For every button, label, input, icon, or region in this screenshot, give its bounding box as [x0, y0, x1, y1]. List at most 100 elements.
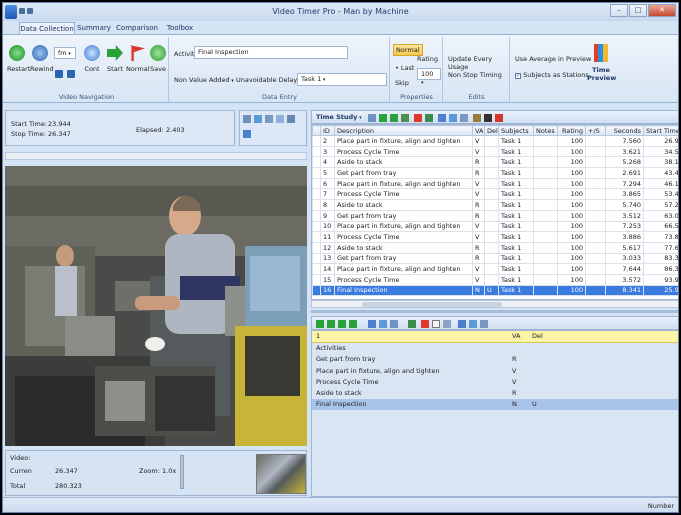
cell-rating[interactable]: 100 — [557, 263, 586, 275]
cell-subjects[interactable]: Task 1 — [498, 263, 534, 275]
move-down-icon[interactable] — [327, 320, 335, 328]
cell-notes[interactable] — [533, 252, 558, 265]
row-indicator[interactable] — [312, 199, 321, 211]
cell-seconds[interactable]: 3.033 — [605, 252, 644, 265]
cell-va[interactable]: R — [472, 252, 485, 265]
cell-start-time[interactable]: 86.336 — [643, 263, 678, 275]
scroll-thumb[interactable] — [362, 302, 502, 307]
swap-icon[interactable] — [243, 130, 251, 138]
cell-va[interactable]: R — [472, 199, 485, 211]
cell-description[interactable]: Get part from tray — [334, 252, 473, 265]
pane-splitter[interactable] — [311, 310, 678, 313]
cell-plus-s[interactable] — [585, 167, 606, 179]
cell-start-time[interactable]: 57.295 — [643, 199, 678, 211]
cell-start-time[interactable]: 93.980 — [643, 273, 678, 286]
cell-start-time[interactable]: 77.687 — [643, 241, 678, 254]
cell-del[interactable] — [484, 135, 499, 147]
cell-seconds[interactable]: 3.512 — [605, 209, 644, 222]
cell-start-time[interactable]: 34.556 — [643, 145, 678, 158]
cell-rating[interactable]: 100 — [557, 220, 586, 233]
cell-seconds[interactable]: 7.253 — [605, 220, 644, 233]
cell-va[interactable]: V — [472, 135, 485, 147]
cell-description[interactable]: Process Cycle Time — [334, 273, 473, 286]
row-indicator[interactable] — [312, 177, 321, 190]
cell-va[interactable]: V — [472, 177, 485, 190]
cell-del[interactable] — [484, 156, 499, 169]
cell-rating[interactable]: 100 — [557, 177, 586, 190]
task-select[interactable]: Task 1 — [297, 73, 387, 86]
row-indicator[interactable] — [312, 156, 321, 169]
non-value-added-select[interactable]: Non Value Added — [174, 76, 234, 84]
cell-start-time[interactable]: 46.137 — [643, 177, 678, 190]
cell-va[interactable]: V — [472, 188, 485, 201]
cell-subjects[interactable]: Task 1 — [498, 220, 534, 233]
cell-description[interactable]: Get part from tray — [334, 209, 473, 222]
cell-del[interactable] — [484, 231, 499, 243]
cell-description[interactable]: Place part in fixture, align and tighten — [334, 220, 473, 233]
copy-rows-icon[interactable] — [469, 320, 477, 328]
cell-start-time[interactable]: 83.304 — [643, 252, 678, 265]
table-row[interactable]: 8Aside to stackR Task 1 100 5.74057.295 — [312, 199, 678, 211]
cell-notes[interactable] — [533, 135, 558, 147]
cell-va[interactable]: R — [472, 167, 485, 179]
cell-description[interactable]: Aside to stack — [334, 241, 473, 254]
last-toggle[interactable]: • Last — [395, 64, 414, 72]
cell-seconds[interactable]: 2.691 — [605, 167, 644, 179]
refresh-icon[interactable] — [379, 320, 387, 328]
cell-notes[interactable] — [533, 231, 558, 243]
cell-subjects[interactable]: Task 1 — [498, 284, 534, 297]
cell-subjects[interactable]: Task 1 — [498, 241, 534, 254]
time-study-select[interactable]: Time Study — [316, 113, 362, 121]
cell-notes[interactable] — [533, 156, 558, 169]
cell-seconds[interactable]: 3.865 — [605, 188, 644, 201]
export-icon[interactable] — [484, 114, 492, 122]
cell-notes[interactable] — [533, 167, 558, 179]
table-row[interactable]: 4Aside to stackR Task 1 100 5.26838.176 — [312, 156, 678, 169]
step-back-icon[interactable] — [55, 70, 63, 78]
cell-del[interactable] — [484, 252, 499, 265]
cell-del[interactable] — [484, 177, 499, 190]
cell-plus-s[interactable] — [585, 231, 606, 243]
list-item[interactable]: Final Inspection N U — [312, 398, 678, 411]
cell-rating[interactable]: 100 — [557, 199, 586, 211]
cell-id[interactable]: 6 — [320, 177, 335, 190]
video-thumbnail[interactable] — [256, 454, 306, 494]
list-item[interactable]: Place part in fixture, align and tighten… — [312, 365, 678, 376]
cell-plus-s[interactable] — [585, 188, 606, 201]
table-row[interactable]: 7Process Cycle TimeV Task 1 100 3.86553.430 — [312, 188, 678, 201]
move-up-icon[interactable] — [379, 114, 387, 122]
cell-start-time[interactable]: 63.035 — [643, 209, 678, 222]
snapshot-icon[interactable] — [243, 115, 251, 123]
start-button[interactable]: Start — [105, 45, 125, 73]
cell-subjects[interactable]: Task 1 — [498, 188, 534, 201]
table-row[interactable]: 14 Place part in fixture, align and tight… — [312, 263, 678, 275]
cell-plus-s[interactable] — [585, 156, 606, 169]
move-up-icon[interactable] — [316, 320, 324, 328]
table-row[interactable]: 12Aside to stackR Task 1 100 5.61777.687 — [312, 241, 678, 254]
cell-start-time[interactable]: 26.996 — [643, 135, 678, 147]
col-header-rating[interactable]: Rating — [557, 125, 586, 136]
layout-icon[interactable] — [276, 115, 284, 123]
cell-seconds[interactable]: 7.294 — [605, 177, 644, 190]
cell-seconds[interactable]: 5.740 — [605, 199, 644, 211]
cell-del[interactable] — [484, 220, 499, 233]
activity-input[interactable]: Final Inspection — [194, 46, 348, 59]
row-indicator[interactable] — [312, 167, 321, 179]
cell-rating[interactable]: 100 — [557, 241, 586, 254]
row-indicator[interactable] — [312, 135, 321, 147]
skip-toggle[interactable]: Skip — [395, 79, 409, 87]
table-row[interactable]: 6 Place part in fixture, align and tighte… — [312, 177, 678, 190]
cell-del[interactable] — [484, 273, 499, 286]
cell-rating[interactable]: 100 — [557, 167, 586, 179]
rating-select[interactable]: 100 — [417, 68, 441, 80]
cell-va[interactable]: N — [472, 284, 485, 297]
cell-plus-s[interactable] — [585, 284, 606, 297]
cell-subjects[interactable]: Task 1 — [498, 231, 534, 243]
row-indicator[interactable] — [312, 263, 321, 275]
cell-plus-s[interactable] — [585, 145, 606, 158]
use-average-checkbox[interactable]: Use Average in Preview — [515, 55, 591, 63]
cell-notes[interactable] — [533, 220, 558, 233]
cell-plus-s[interactable] — [585, 135, 606, 147]
cell-plus-s[interactable] — [585, 209, 606, 222]
print-icon[interactable] — [473, 114, 481, 122]
